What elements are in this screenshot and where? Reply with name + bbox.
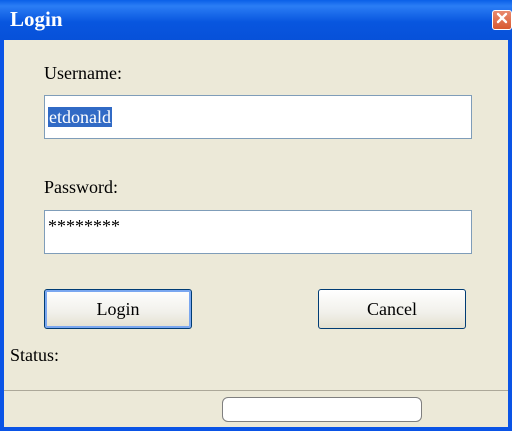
status-label: Status:: [10, 345, 60, 365]
login-button[interactable]: Login: [44, 289, 192, 329]
username-label: Username:: [44, 63, 122, 83]
close-icon: [496, 11, 508, 29]
login-window: Login Username: etdonald Password: *****…: [0, 0, 512, 431]
cancel-button-label: Cancel: [367, 298, 417, 319]
status-panel: [222, 397, 422, 422]
cancel-button[interactable]: Cancel: [318, 289, 466, 329]
username-value: etdonald: [48, 107, 112, 127]
password-value: ********: [48, 216, 120, 236]
window-title: Login: [10, 7, 63, 31]
title-bar[interactable]: Login: [0, 0, 512, 40]
status-bar: [4, 390, 508, 427]
password-field[interactable]: ********: [44, 210, 472, 254]
password-label: Password:: [44, 177, 119, 197]
login-button-label: Login: [96, 298, 140, 319]
username-field[interactable]: etdonald: [44, 95, 472, 139]
close-button[interactable]: [492, 10, 512, 30]
